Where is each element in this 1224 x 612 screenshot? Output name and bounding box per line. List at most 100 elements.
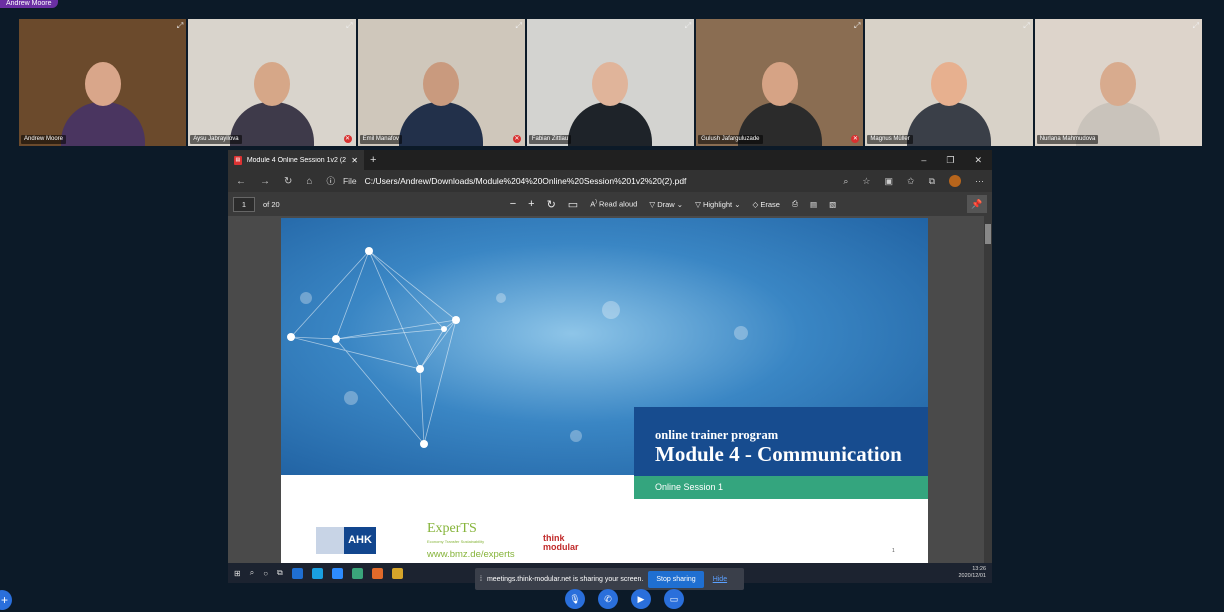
skype-icon[interactable] <box>311 567 323 579</box>
expand-icon[interactable]: ⤢ <box>685 21 691 31</box>
erase-button[interactable]: ◇ Erase <box>753 200 780 209</box>
camera-icon[interactable]: ▶ <box>631 589 651 609</box>
participant-body <box>907 102 992 146</box>
pin-toolbar-icon[interactable]: 📌 <box>967 195 987 213</box>
scrollbar-thumb[interactable] <box>985 224 991 244</box>
read-aloud-button[interactable]: A) Read aloud <box>590 199 637 209</box>
participant-video <box>60 62 145 146</box>
participant-tile[interactable]: ⤢ Nurlana Mahmudova <box>1034 19 1202 146</box>
save-as-icon[interactable]: ▧ <box>829 200 836 209</box>
add-icon[interactable]: + <box>0 590 12 610</box>
zoom-icon[interactable]: ⌕ <box>843 176 848 187</box>
address-bar[interactable]: ⓘ File C:/Users/Andrew/Downloads/Module%… <box>326 175 686 187</box>
participant-head <box>423 62 460 106</box>
participant-tile[interactable]: ⤢ Gulush Jafarguluzade ✕ <box>696 19 864 146</box>
draw-label: Draw <box>657 199 675 209</box>
expand-icon[interactable]: ⤢ <box>1193 21 1199 31</box>
collections-icon[interactable]: ⧉ <box>929 176 935 187</box>
muted-mic-icon: ✕ <box>343 135 352 143</box>
read-aloud-label: Read aloud <box>598 199 638 209</box>
participant-name: Aysu Jabrayilova <box>190 135 242 144</box>
participant-video <box>907 62 992 146</box>
favorites-icon[interactable]: ✩ <box>907 176 915 187</box>
refresh-icon[interactable]: ↻ <box>284 176 292 187</box>
experts-logo: ExperTS <box>427 521 477 536</box>
favorite-star-icon[interactable]: ☆ <box>862 176 870 187</box>
firefox-icon[interactable] <box>371 567 383 579</box>
share-message: meetings.think-modular.net is sharing yo… <box>486 575 644 583</box>
new-tab-icon[interactable]: + <box>370 154 376 166</box>
start-icon[interactable]: ⊞ <box>234 569 241 578</box>
minimize-icon[interactable]: – <box>921 155 926 166</box>
info-icon: ⓘ <box>326 176 335 186</box>
close-window-icon[interactable]: ✕ <box>974 155 982 166</box>
participant-video <box>399 62 484 146</box>
home-icon[interactable]: ⌂ <box>306 176 312 187</box>
participant-tile[interactable]: ⤢ Andrew Moore <box>19 19 187 146</box>
zoom-app-icon[interactable] <box>331 567 343 579</box>
save-icon[interactable]: ▤ <box>810 200 817 209</box>
chrome-icon[interactable] <box>391 567 403 579</box>
draw-button[interactable]: ▽ Draw ⌄ <box>649 200 683 209</box>
forward-icon[interactable]: → <box>260 176 270 187</box>
highlight-button[interactable]: ▽ Highlight ⌄ <box>695 200 740 209</box>
close-tab-icon[interactable]: ✕ <box>351 156 358 165</box>
expand-icon[interactable]: ⤢ <box>515 21 521 31</box>
participant-tile[interactable]: ⤢ Aysu Jabrayilova ✕ <box>188 19 356 146</box>
participant-tile[interactable]: ⤢ Emil Manafov ✕ <box>357 19 525 146</box>
participant-name: Fabian Zittlau <box>528 135 572 144</box>
task-view-icon[interactable]: ⧉ <box>277 568 283 578</box>
participant-name: Nurlana Mahmudova <box>1036 135 1099 144</box>
cortana-icon[interactable]: ○ <box>263 569 268 578</box>
rotate-icon[interactable]: ↻ <box>547 198 556 211</box>
participant-head <box>592 62 629 106</box>
edge-icon[interactable] <box>351 567 363 579</box>
participant-tile[interactable]: ⤢ Fabian Zittlau <box>526 19 695 146</box>
participant-tiles: ⤢ Andrew Moore ⤢ Aysu Jabrayilova ✕ ⤢ Emil Man… <box>19 19 1202 146</box>
drag-handle-icon[interactable]: ⁞ <box>480 576 482 583</box>
participant-body <box>60 102 145 146</box>
zoom-in-icon[interactable]: + <box>528 198 534 210</box>
tab-title: Module 4 Online Session 1v2 (2) <box>246 156 347 164</box>
print-icon[interactable]: ⎙ <box>792 199 798 209</box>
fit-page-icon[interactable]: ▭ <box>568 198 578 211</box>
file-label: File <box>342 176 357 186</box>
system-clock[interactable]: 13:26 2020/12/01 <box>958 566 986 580</box>
profile-avatar[interactable] <box>949 175 961 187</box>
browser-tab[interactable]: ▤ Module 4 Online Session 1v2 (2) ✕ <box>228 150 364 170</box>
slide-page-number: 1 <box>892 548 895 554</box>
participant-video <box>737 62 822 146</box>
extension-icon[interactable]: ▣ <box>885 176 894 187</box>
participant-tile[interactable]: ⤢ Magnus Müller <box>865 19 1033 146</box>
screen-share-icon[interactable]: ▭ <box>664 589 684 609</box>
zoom-out-icon[interactable]: − <box>510 198 516 210</box>
search-icon[interactable]: ⌕ <box>250 568 254 578</box>
participant-name: Gulush Jafarguluzade <box>698 135 763 144</box>
navigation-bar: ← → ↻ ⌂ ⓘ File C:/Users/Andrew/Downloads… <box>228 170 992 192</box>
stop-sharing-button[interactable]: Stop sharing <box>648 570 704 588</box>
scrollbar[interactable] <box>984 216 992 563</box>
hangup-icon[interactable]: ✆ <box>598 589 618 609</box>
participant-body <box>568 102 653 146</box>
edge-browser-window: ▤ Module 4 Online Session 1v2 (2) ✕ + – … <box>228 150 992 583</box>
participant-video <box>1076 62 1161 146</box>
participant-head <box>931 62 968 106</box>
highlight-label: Highlight <box>702 199 733 209</box>
screen-share-bar: ⁞ meetings.think-modular.net is sharing … <box>475 568 744 590</box>
maximize-icon[interactable]: ❐ <box>946 155 954 166</box>
more-menu-icon[interactable]: ⋯ <box>975 176 984 187</box>
expand-icon[interactable]: ⤢ <box>1023 21 1029 31</box>
dropbox-icon[interactable] <box>291 567 303 579</box>
expand-icon[interactable]: ⤢ <box>854 21 860 31</box>
url-text[interactable]: C:/Users/Andrew/Downloads/Module%204%20O… <box>365 176 687 186</box>
expand-icon[interactable]: ⤢ <box>177 21 183 31</box>
back-icon[interactable]: ← <box>236 176 246 187</box>
page-number-input[interactable]: 1 <box>233 196 255 212</box>
hide-link[interactable]: Hide <box>713 576 727 583</box>
pdf-viewport[interactable]: online trainer program Module 4 - Commun… <box>228 216 992 563</box>
participant-body <box>229 102 314 146</box>
microphone-icon[interactable]: 🎙 <box>565 589 585 609</box>
participant-head <box>253 62 290 106</box>
erase-label: Erase <box>760 199 780 209</box>
expand-icon[interactable]: ⤢ <box>346 21 352 31</box>
